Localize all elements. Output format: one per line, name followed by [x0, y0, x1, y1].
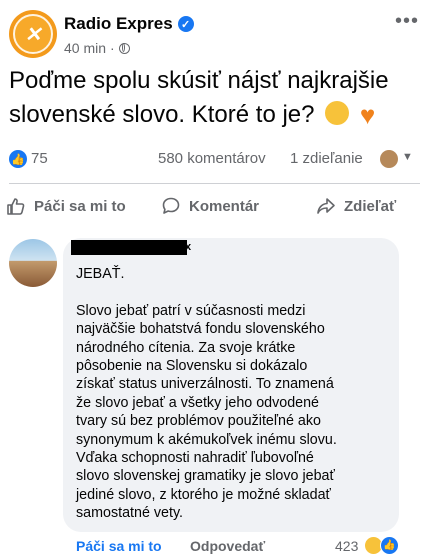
comment-line: jediné slovo, z ktorého je možné skladať [76, 486, 331, 503]
more-options-icon[interactable]: ••• [395, 10, 419, 33]
comment-line: že slovo jebať a všetky jeho odvodené [76, 394, 320, 411]
viewer-avatar[interactable] [380, 150, 398, 168]
like-reaction-small-icon[interactable]: 👍 [380, 536, 399, 555]
globe-icon [118, 42, 130, 54]
post-time[interactable]: 40 min [64, 40, 106, 56]
divider [9, 183, 420, 184]
comment-line: JEBAŤ. [76, 266, 125, 282]
comment-button-label: Komentár [189, 197, 260, 215]
shares-count[interactable]: 1 zdieľanie [290, 150, 363, 167]
comment-line: národného cítenia. Za svoje krátke [76, 339, 296, 356]
like-reaction-icon[interactable]: 👍 [9, 150, 27, 168]
likes-count[interactable]: 75 [31, 150, 48, 167]
comment-line: získať status univerzálnosti. To znamená [76, 376, 334, 393]
comment-reactions-count[interactable]: 423 [335, 538, 358, 554]
comment-icon [162, 197, 180, 214]
thinking-face-emoji-icon [325, 101, 350, 125]
comment-line: pôsobenie na Slovensku si dokázalo [76, 358, 308, 375]
like-button-label: Páči sa mi to [34, 197, 126, 215]
comment-text: JEBAŤ. Slovo jebať patrí v súčasnosti me… [76, 265, 392, 523]
chevron-down-icon[interactable]: ▼ [402, 151, 413, 163]
comment-button[interactable]: Komentár [161, 196, 259, 216]
commenter-name-fragment[interactable]: x [185, 241, 191, 253]
commenter-avatar[interactable] [9, 239, 57, 287]
comment-like-button[interactable]: Páči sa mi to [76, 538, 162, 554]
share-button[interactable]: Zdieľať [316, 196, 396, 216]
comments-count[interactable]: 580 komentárov [158, 150, 266, 167]
page-name-row: Radio Expres ✓ [64, 14, 194, 34]
post-text: Poďme spolu skúsiť nájsť najkrajšie slov… [9, 64, 419, 132]
comment-line: najväčšie bohatstvá fondu slovenského [76, 321, 325, 338]
share-button-label: Zdieľať [344, 197, 397, 215]
orange-heart-emoji-icon: ♥ [359, 100, 376, 130]
comment-line: samostatné vety. [76, 505, 184, 522]
comment-line: slovo slovenskej gramatiky je slovo jeba… [76, 468, 335, 485]
post-meta: 40 min · [64, 40, 130, 56]
page-name[interactable]: Radio Expres [64, 14, 173, 34]
comment-reply-button[interactable]: Odpovedať [190, 538, 265, 554]
meta-separator: · [110, 40, 115, 56]
radio-expres-logo: ✕ [13, 14, 53, 54]
share-icon [317, 198, 335, 214]
comment-line: Slovo jebať patrí v súčasnosti medzi [76, 302, 306, 319]
comment-line [76, 283, 392, 301]
redacted-commenter-name [71, 240, 187, 255]
thumbs-up-icon [7, 198, 25, 215]
comment-line: Vďaka schopnosti nahradiť ľubovoľné [76, 450, 314, 467]
page-avatar[interactable]: ✕ [9, 10, 57, 58]
verified-badge-icon: ✓ [177, 16, 194, 32]
like-button[interactable]: Páči sa mi to [6, 196, 126, 216]
comment-line: tvary sú bez problémov použiteľné ako [76, 413, 321, 430]
comment-line: synonymum k akémukoľvek inému slovu. [76, 431, 337, 448]
